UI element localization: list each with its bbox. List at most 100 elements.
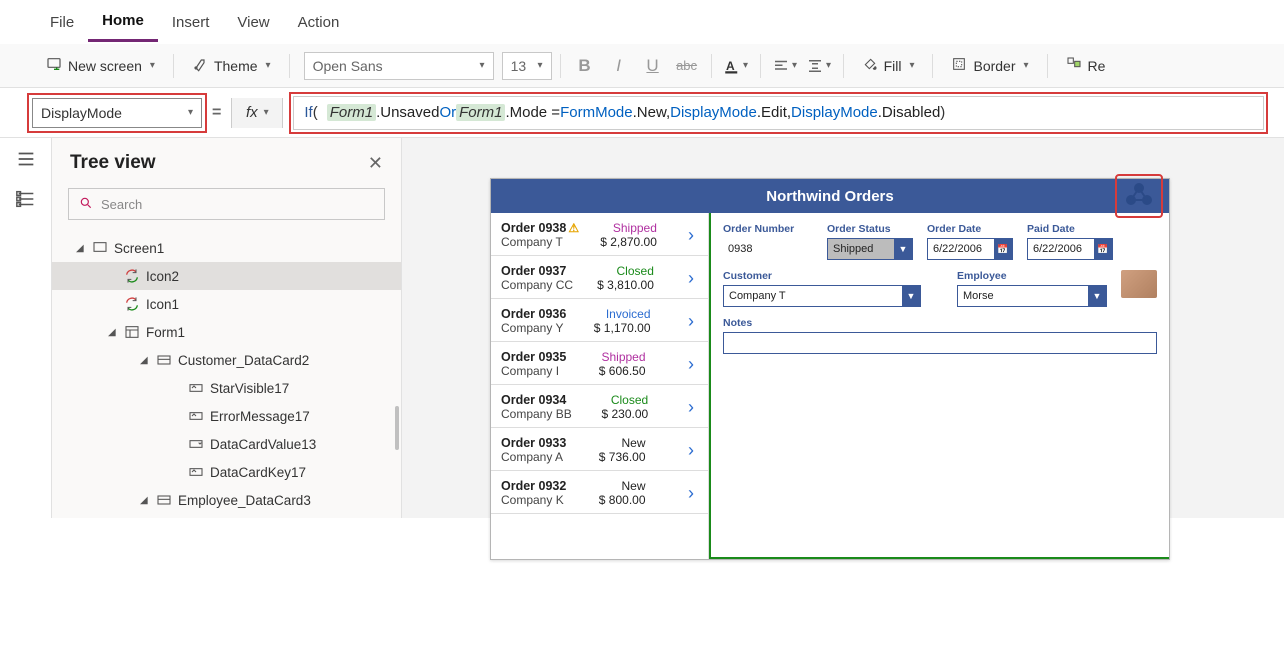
tree-node-label: DataCardKey17 (210, 465, 306, 480)
label-icon (188, 464, 204, 480)
formula-bar: DisplayMode ▾ = fx ▾ If ( Form1 .Unsaved… (0, 88, 1284, 138)
tree-node-customer-card[interactable]: ◢Customer_DataCard2 (52, 346, 401, 374)
italic-button[interactable]: I (603, 56, 635, 76)
selected-sync-icon[interactable] (1117, 176, 1161, 216)
tree-node-datacardvalue[interactable]: DataCardValue13 (52, 430, 401, 458)
chevron-right-icon: › (684, 397, 698, 418)
fx-button[interactable]: fx ▾ (231, 98, 283, 128)
chevron-down-icon: ▾ (826, 60, 831, 71)
separator (1047, 54, 1048, 78)
tree-view-icon[interactable] (15, 188, 37, 210)
font-size-combo[interactable]: 13 ▾ (502, 52, 552, 80)
tree-node-datacardkey[interactable]: DataCardKey17 (52, 458, 401, 486)
new-screen-button[interactable]: New screen ▾ (36, 50, 165, 81)
menu-action[interactable]: Action (284, 4, 354, 41)
order-list-item[interactable]: Order 0935Company IShipped$ 606.50› (491, 342, 708, 385)
select-employee[interactable]: Morse▼ (957, 285, 1107, 307)
valign-button[interactable]: ▾ (803, 57, 835, 75)
bold-button[interactable]: B (569, 56, 601, 76)
chevron-down-icon: ▾ (909, 60, 914, 71)
tree-search-input[interactable]: Search (68, 188, 385, 220)
datacard-icon (156, 352, 172, 368)
order-list-item[interactable]: Order 0932Company KNew$ 800.00› (491, 471, 708, 514)
tree-node-icon1[interactable]: Icon1 (52, 290, 401, 318)
tree-node-errormessage[interactable]: ErrorMessage17 (52, 402, 401, 430)
order-list[interactable]: Order 0938⚠Company TShipped$ 2,870.00›Or… (491, 213, 709, 559)
tree-panel: Tree view ✕ Search ◢Screen1 Icon2 Icon1 … (52, 138, 402, 518)
token-paren: ) (940, 104, 945, 121)
form-icon (124, 324, 140, 340)
tree-list: ◢Screen1 Icon2 Icon1 ◢Form1 ◢Customer_Da… (52, 230, 401, 518)
close-panel-button[interactable]: ✕ (368, 153, 383, 174)
label-employee: Employee (957, 270, 1107, 282)
chevron-right-icon: › (684, 225, 698, 246)
chevron-down-icon: ▼ (902, 286, 920, 306)
menu-file[interactable]: File (36, 4, 88, 41)
tree-node-icon2[interactable]: Icon2 (52, 262, 401, 290)
select-order-status[interactable]: Shipped▼ (827, 238, 913, 260)
select-customer[interactable]: Company T▼ (723, 285, 921, 307)
tree-node-starvisible[interactable]: StarVisible17 (52, 374, 401, 402)
canvas[interactable]: Northwind Orders Order 0938⚠Company TShi… (402, 138, 1284, 518)
form-area: Order Number0938 Order StatusShipped▼ Or… (709, 213, 1169, 559)
order-list-item[interactable]: Order 0936Company YInvoiced$ 1,170.00› (491, 299, 708, 342)
menu-insert[interactable]: Insert (158, 4, 224, 41)
chevron-right-icon: › (684, 354, 698, 375)
tree-node-label: DataCardValue13 (210, 437, 316, 452)
border-button[interactable]: Border ▾ (941, 50, 1038, 81)
hamburger-icon[interactable] (15, 148, 37, 170)
separator (560, 54, 561, 78)
separator (173, 54, 174, 78)
chevron-right-icon: › (684, 483, 698, 504)
chevron-down-icon: ▾ (1024, 60, 1029, 71)
tree-node-label: Icon2 (146, 269, 179, 284)
chevron-down-icon: ▾ (743, 60, 748, 71)
order-list-item[interactable]: Order 0934Company BBClosed$ 230.00› (491, 385, 708, 428)
input-notes[interactable] (723, 332, 1157, 354)
chevron-down-icon: ▾ (480, 60, 485, 71)
formula-input[interactable]: If ( Form1 .Unsaved Or Form1 .Mode = For… (293, 96, 1264, 130)
label-notes: Notes (723, 317, 1157, 329)
chevron-down-icon: ▾ (538, 60, 543, 71)
tree-node-form1[interactable]: ◢Form1 (52, 318, 401, 346)
label-order-number: Order Number (723, 223, 813, 235)
order-list-item[interactable]: Order 0938⚠Company TShipped$ 2,870.00› (491, 213, 708, 256)
date-paid-date[interactable]: 6/22/2006📅 (1027, 238, 1113, 260)
order-list-item[interactable]: Order 0933Company ANew$ 736.00› (491, 428, 708, 471)
new-screen-icon (46, 56, 62, 75)
strikethrough-button[interactable]: abc (671, 58, 703, 73)
date-order-date[interactable]: 6/22/2006📅 (927, 238, 1013, 260)
menu-home[interactable]: Home (88, 2, 158, 42)
tree-node-employee-card[interactable]: ◢Employee_DataCard3 (52, 486, 401, 514)
tree-node-screen1[interactable]: ◢Screen1 (52, 234, 401, 262)
token-prop: .Unsaved (376, 104, 439, 121)
theme-button[interactable]: Theme ▾ (182, 50, 281, 81)
token-paren: ( (313, 104, 318, 121)
scrollbar-thumb[interactable] (395, 406, 399, 450)
token-enum: DisplayMode (670, 104, 757, 121)
chevron-right-icon: › (684, 268, 698, 289)
menu-bar: File Home Insert View Action (0, 0, 1284, 44)
fill-button[interactable]: Fill ▾ (852, 50, 925, 81)
chevron-right-icon: › (684, 440, 698, 461)
reorder-button[interactable]: Re (1056, 50, 1116, 81)
font-color-button[interactable]: A▾ (720, 57, 752, 75)
menu-view[interactable]: View (223, 4, 283, 41)
chevron-down-icon: ▾ (150, 60, 155, 71)
underline-button[interactable]: U (637, 56, 669, 76)
order-list-item[interactable]: Order 0937Company CCClosed$ 3,810.00› (491, 256, 708, 299)
chevron-down-icon: ▾ (188, 107, 193, 118)
chevron-down-icon: ▾ (266, 60, 271, 71)
left-rail (0, 138, 52, 518)
equals-sign: = (212, 104, 221, 122)
calendar-icon: 📅 (994, 239, 1012, 259)
ribbon: New screen ▾ Theme ▾ Open Sans ▾ 13 ▾ B … (0, 44, 1284, 88)
font-name-combo[interactable]: Open Sans ▾ (304, 52, 494, 80)
token-prop: .Mode = (505, 104, 560, 121)
token-control: Form1 (327, 104, 376, 121)
align-button[interactable]: ▾ (769, 57, 801, 75)
app-titlebar: Northwind Orders (491, 179, 1169, 213)
property-selector[interactable]: DisplayMode ▾ (32, 98, 202, 128)
token-enum: DisplayMode (791, 104, 878, 121)
token-function: If (304, 104, 312, 121)
